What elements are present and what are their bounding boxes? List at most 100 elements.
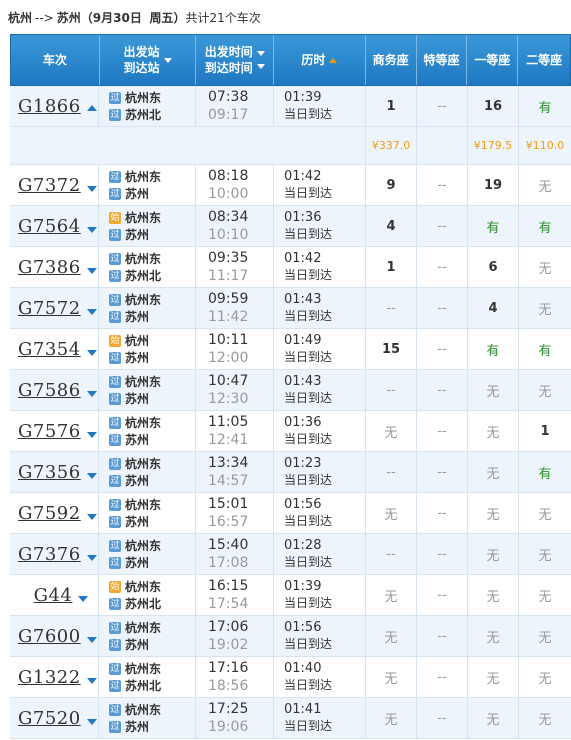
train-number-link[interactable]: G7372 — [18, 175, 81, 196]
sort-down-icon[interactable] — [163, 57, 172, 63]
arrival-day: 当日到达 — [284, 473, 333, 487]
table-row: G7520 过杭州东过苏州 17:25 19:06 01:41 当日到达 无 -- 无 无 — [10, 698, 571, 739]
departure-time: 15:01 — [208, 496, 249, 512]
to-station-name: 苏州北 — [125, 597, 162, 611]
arrival-day: 当日到达 — [284, 227, 333, 241]
expand-arrow-icon[interactable] — [78, 596, 89, 602]
seat-special-cell: -- — [417, 329, 468, 369]
header-time-bottom: 到达时间 — [204, 61, 253, 75]
expand-arrow-icon[interactable] — [86, 432, 97, 438]
train-number-link[interactable]: G1866 — [18, 96, 81, 117]
expand-arrow-icon[interactable] — [86, 309, 97, 315]
seat-business-cell: -- — [366, 370, 417, 410]
seat-second-value: 有 — [538, 466, 552, 482]
expand-arrow-icon[interactable] — [86, 227, 97, 233]
train-number-link[interactable]: G7376 — [18, 544, 81, 565]
expand-arrow-icon[interactable] — [86, 350, 97, 356]
seat-business-value: 15 — [381, 341, 401, 357]
table-body: G1866 过杭州东过苏州北 07:38 09:17 01:39 当日到达 1 -- 16 有 ¥3… — [10, 86, 571, 739]
to-station: 过苏州 — [109, 431, 149, 448]
expand-arrow-icon[interactable] — [86, 514, 97, 520]
to-station-name: 苏州北 — [125, 269, 162, 283]
seat-second-cell: 有 — [519, 206, 571, 246]
train-number-link[interactable]: G7354 — [18, 339, 81, 360]
arrival-time: 09:17 — [208, 107, 249, 123]
origin-badge-icon: 始 — [109, 211, 121, 224]
duration-value: 01:49 — [284, 333, 322, 348]
departure-time: 07:38 — [208, 89, 249, 105]
seat-special-cell: -- — [417, 411, 468, 451]
duration-cell: 01:23 当日到达 — [274, 452, 366, 492]
stations-cell: 过杭州东过苏州 — [99, 534, 196, 574]
sort-up-icon[interactable] — [329, 57, 338, 63]
header-duration[interactable]: 历时 — [274, 35, 366, 85]
seat-business-value: -- — [386, 382, 396, 398]
train-number-link[interactable]: G7564 — [18, 216, 81, 237]
arrival-day: 当日到达 — [284, 309, 333, 323]
seat-second-value: 无 — [538, 302, 552, 318]
to-station-name: 苏州 — [125, 187, 150, 201]
from-station-name: 杭州东 — [125, 375, 162, 389]
train-number-link[interactable]: G7386 — [18, 257, 81, 278]
expand-arrow-icon[interactable] — [86, 186, 97, 192]
times-cell: 13:34 14:57 — [196, 452, 274, 492]
seat-first-cell: 无 — [468, 370, 519, 410]
train-number-link[interactable]: G7356 — [18, 462, 81, 483]
to-station: 过苏州 — [109, 308, 149, 325]
sort-down-icon[interactable] — [256, 64, 265, 69]
expand-arrow-icon[interactable] — [86, 637, 97, 643]
train-number-link[interactable]: G7576 — [18, 421, 81, 442]
expand-arrow-icon[interactable] — [86, 719, 97, 725]
train-number-link[interactable]: G44 — [34, 585, 73, 606]
to-station: 过苏州北 — [109, 267, 161, 284]
seat-second-value: 无 — [538, 384, 552, 400]
seat-first-value: 无 — [486, 384, 500, 400]
travel-date: 9月30日 — [92, 11, 142, 25]
arrival-time: 12:00 — [208, 350, 249, 366]
arrival-time: 19:02 — [208, 637, 249, 653]
from-station: 过杭州东 — [109, 414, 161, 431]
train-number-link[interactable]: G1322 — [18, 667, 81, 688]
times-cell: 08:18 10:00 — [196, 165, 274, 205]
collapse-arrow-icon[interactable] — [86, 105, 97, 111]
header-train: 车次 — [11, 35, 100, 85]
seat-first-value: 无 — [486, 712, 500, 728]
pass-badge-icon: 过 — [109, 416, 121, 429]
seat-first-value: 无 — [486, 507, 500, 523]
expand-arrow-icon[interactable] — [86, 268, 97, 274]
duration-cell: 01:42 当日到达 — [274, 165, 366, 205]
table-row: G7572 过杭州东过苏州 09:59 11:42 01:43 当日到达 -- -- 4 无 — [10, 288, 571, 329]
to-station-name: 苏州 — [125, 310, 150, 324]
seat-special-value: -- — [437, 505, 447, 521]
train-cell: G1322 — [10, 657, 99, 697]
seat-first-value: 无 — [486, 589, 500, 605]
seat-special-value: -- — [437, 628, 447, 644]
train-number-link[interactable]: G7520 — [18, 708, 81, 729]
train-number-link[interactable]: G7572 — [18, 298, 81, 319]
header-times[interactable]: 出发时间 到达时间 — [196, 35, 275, 85]
pass-badge-icon: 过 — [109, 556, 121, 569]
sort-down-icon[interactable] — [256, 51, 265, 56]
pass-badge-icon: 过 — [109, 515, 121, 528]
seat-first-cell: 4 — [468, 288, 519, 328]
seat-business-value: 1 — [386, 259, 396, 275]
train-number-link[interactable]: G7600 — [18, 626, 81, 647]
arrival-time: 16:57 — [208, 514, 249, 530]
expand-arrow-icon[interactable] — [86, 555, 97, 561]
arrival-time: 10:00 — [208, 186, 249, 202]
train-number-link[interactable]: G7586 — [18, 380, 81, 401]
header-stations[interactable]: 出发站 到达站 — [100, 35, 197, 85]
stations-cell: 过杭州东过苏州 — [99, 165, 196, 205]
expand-arrow-icon[interactable] — [86, 391, 97, 397]
pass-badge-icon: 过 — [109, 187, 121, 200]
to-station-name: 苏州 — [125, 228, 150, 242]
expand-arrow-icon[interactable] — [86, 473, 97, 479]
header-first: 一等座 — [467, 35, 519, 85]
seat-special-cell: -- — [417, 370, 468, 410]
train-number-link[interactable]: G7592 — [18, 503, 81, 524]
arrival-time: 17:08 — [208, 555, 249, 571]
expand-arrow-icon[interactable] — [86, 678, 97, 684]
from-station-name: 杭州东 — [125, 252, 162, 266]
seat-business-value: 9 — [386, 177, 396, 193]
from-station-name: 杭州 — [125, 334, 150, 348]
